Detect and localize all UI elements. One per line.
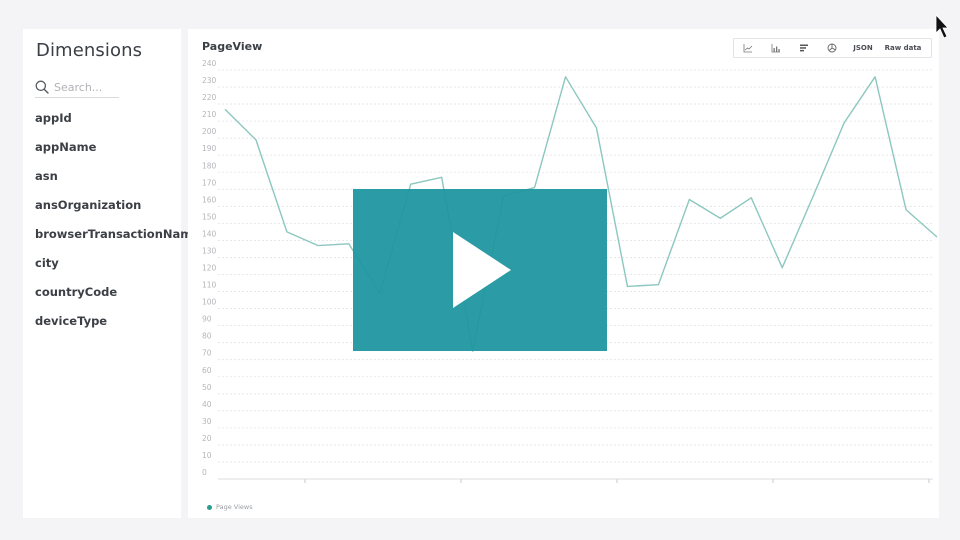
data-point-16[interactable] (718, 216, 722, 220)
y-tick-label-180: 180 (202, 161, 217, 170)
data-point-20[interactable] (842, 121, 846, 125)
dimension-item-browsertransactionname[interactable]: browserTransactionName (35, 226, 200, 255)
y-tick-label-60: 60 (202, 366, 212, 375)
search-box[interactable] (35, 77, 119, 98)
data-point-18[interactable] (780, 266, 784, 270)
dimension-item-asn[interactable]: asn (35, 168, 200, 197)
data-point-11[interactable] (564, 75, 568, 79)
y-tick-label-240: 240 (202, 59, 217, 68)
search-input[interactable] (54, 80, 116, 94)
data-point-7[interactable] (440, 175, 444, 179)
dimension-item-appid[interactable]: appId (35, 110, 200, 139)
y-tick-label-40: 40 (202, 400, 212, 409)
data-point-4[interactable] (347, 242, 351, 246)
y-tick-label-200: 200 (202, 127, 217, 136)
data-point-13[interactable] (625, 284, 629, 288)
data-point-22[interactable] (904, 208, 908, 212)
y-tick-label-100: 100 (202, 298, 217, 307)
data-point-6[interactable] (409, 182, 413, 186)
y-tick-label-120: 120 (202, 264, 217, 273)
data-point-2[interactable] (285, 230, 289, 234)
data-point-17[interactable] (749, 196, 753, 200)
chart-legend[interactable]: Page Views (207, 503, 253, 511)
y-tick-label-130: 130 (202, 246, 217, 255)
play-icon (453, 232, 511, 308)
data-point-14[interactable] (656, 283, 660, 287)
y-tick-label-30: 30 (202, 417, 212, 426)
data-point-1[interactable] (254, 138, 258, 142)
y-axis-ticks: 0 10 20 30 40 50 60 70 80 90 100 110 120 130 140 150 160… (202, 59, 217, 477)
dimension-item-countrycode[interactable]: countryCode (35, 284, 200, 313)
y-tick-label-190: 190 (202, 144, 217, 153)
x-axis-ticks (304, 479, 930, 483)
y-tick-label-50: 50 (202, 383, 212, 392)
y-tick-label-70: 70 (202, 349, 212, 358)
dimension-item-appname[interactable]: appName (35, 139, 200, 168)
dimensions-sidebar: Dimensions appId appName asn ansOrganiza… (23, 29, 200, 518)
y-tick-label-0: 0 (202, 468, 207, 477)
data-point-15[interactable] (687, 198, 691, 202)
data-point-23[interactable] (935, 235, 939, 239)
y-tick-label-90: 90 (202, 315, 212, 324)
y-tick-label-170: 170 (202, 178, 217, 187)
legend-dot-page-views (207, 504, 212, 510)
y-tick-label-20: 20 (202, 434, 212, 443)
y-tick-label-10: 10 (202, 451, 212, 460)
data-point-0[interactable] (223, 107, 227, 111)
dimension-item-ansorganization[interactable]: ansOrganization (35, 197, 200, 226)
sidebar-title: Dimensions (36, 40, 143, 61)
data-point-12[interactable] (594, 126, 598, 130)
search-icon (35, 80, 49, 94)
data-point-3[interactable] (316, 244, 320, 248)
data-point-21[interactable] (873, 75, 877, 79)
dimension-item-devicetype[interactable]: deviceType (35, 313, 200, 342)
y-tick-label-80: 80 (202, 332, 212, 341)
y-tick-label-210: 210 (202, 110, 217, 119)
y-tick-label-140: 140 (202, 229, 217, 238)
data-point-19[interactable] (811, 194, 815, 198)
legend-label-page-views: Page Views (216, 503, 253, 511)
mouse-cursor-icon (935, 14, 949, 39)
dimension-list: appId appName asn ansOrganization browse… (35, 110, 200, 342)
dimension-item-city[interactable]: city (35, 255, 200, 284)
y-tick-label-150: 150 (202, 212, 217, 221)
video-play-overlay[interactable] (353, 189, 607, 351)
y-tick-label-110: 110 (202, 281, 217, 290)
y-tick-label-230: 230 (202, 76, 217, 85)
y-tick-label-160: 160 (202, 195, 217, 204)
y-tick-label-220: 220 (202, 93, 217, 102)
